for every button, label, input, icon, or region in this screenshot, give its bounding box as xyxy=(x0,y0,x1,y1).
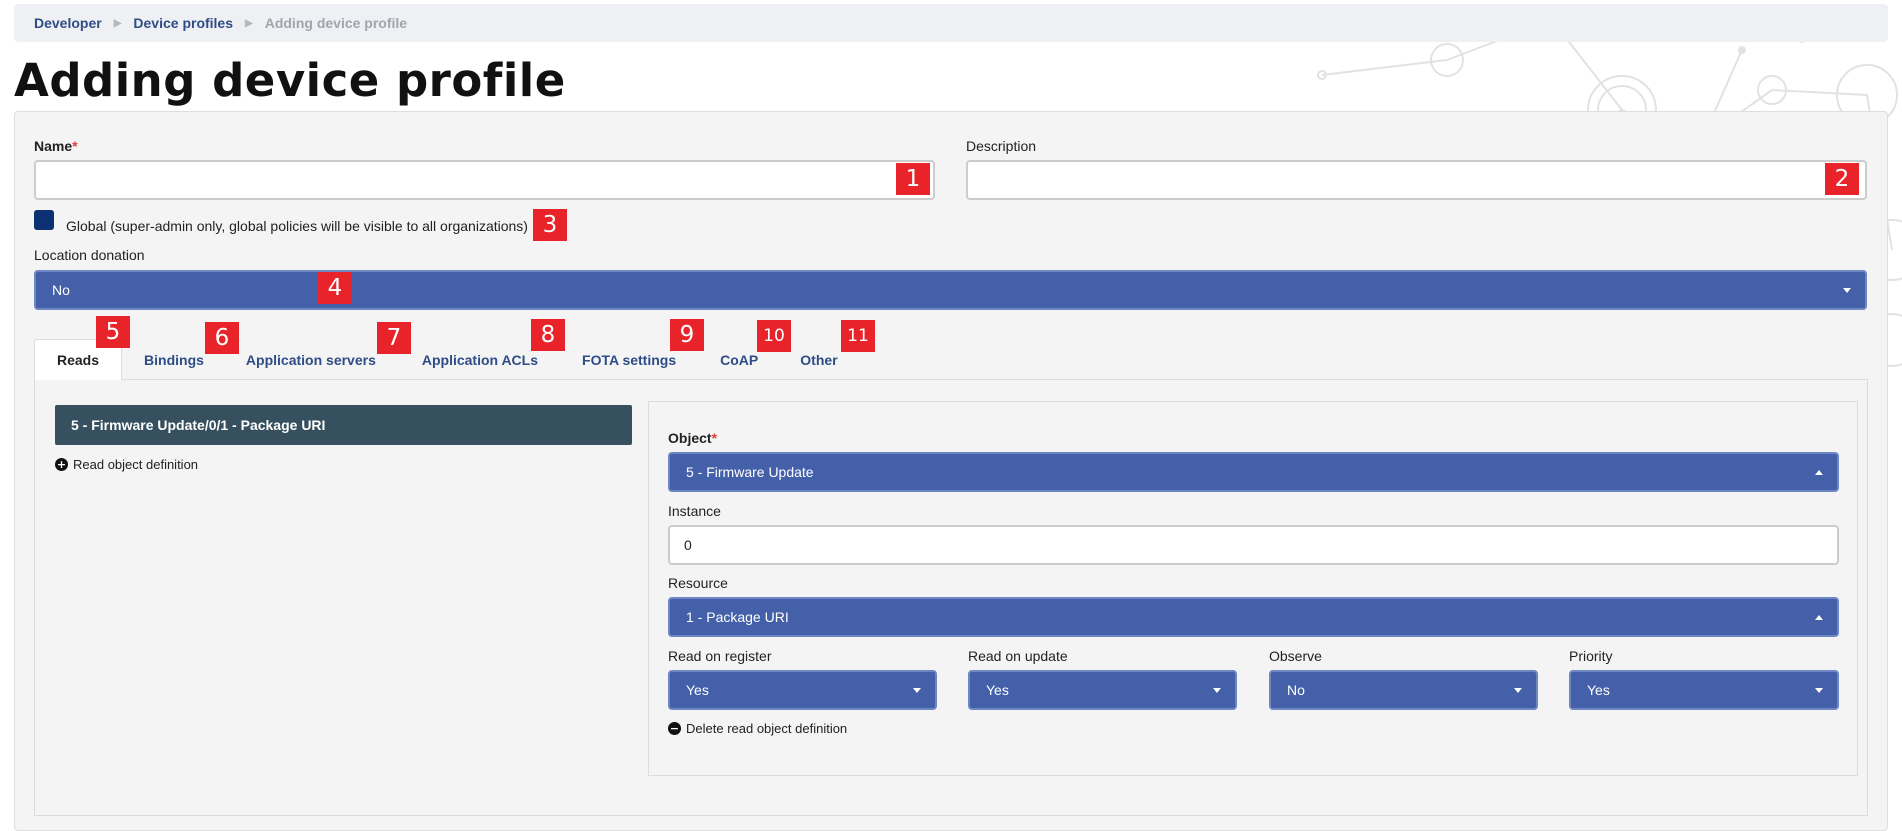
breadcrumb-device-profiles-link[interactable]: Device profiles xyxy=(133,15,233,31)
chevron-down-icon xyxy=(1815,688,1823,693)
observe-value: No xyxy=(1287,682,1305,698)
breadcrumb-separator-icon: ▶ xyxy=(245,17,253,29)
required-mark: * xyxy=(72,138,78,154)
location-donation-select[interactable]: No xyxy=(34,270,1867,310)
read-object-definition-label: Read object definition xyxy=(73,457,199,472)
read-object-list-item[interactable]: 5 - Firmware Update/0/1 - Package URI xyxy=(55,405,632,445)
object-value: 5 - Firmware Update xyxy=(686,464,814,480)
breadcrumb-developer-link[interactable]: Developer xyxy=(34,15,102,31)
breadcrumb-current: Adding device profile xyxy=(264,15,408,31)
chevron-down-icon xyxy=(913,688,921,693)
priority-select[interactable]: Yes xyxy=(1569,670,1839,710)
chevron-down-icon xyxy=(1843,288,1851,293)
read-on-register-label: Read on register xyxy=(668,648,772,664)
read-on-register-select[interactable]: Yes xyxy=(668,670,937,710)
instance-label: Instance xyxy=(668,503,721,519)
annotation-badge-7: 7 xyxy=(377,322,411,354)
read-on-update-select[interactable]: Yes xyxy=(968,670,1237,710)
breadcrumb: Developer ▶ Device profiles ▶ Adding dev… xyxy=(14,4,1888,42)
description-label: Description xyxy=(966,138,1037,154)
annotation-badge-2: 2 xyxy=(1825,163,1859,195)
chevron-up-icon xyxy=(1815,615,1823,620)
resource-select[interactable]: 1 - Package URI xyxy=(668,597,1839,637)
name-input[interactable] xyxy=(34,160,935,200)
global-checkbox[interactable] xyxy=(34,210,54,230)
annotation-badge-11: 11 xyxy=(841,320,875,352)
observe-label: Observe xyxy=(1269,648,1322,664)
page-title: Adding device profile xyxy=(14,54,566,107)
chevron-down-icon xyxy=(1514,688,1522,693)
tab-bar: Reads Bindings Application servers Appli… xyxy=(34,339,860,380)
object-label: Object* xyxy=(668,430,718,446)
annotation-badge-10: 10 xyxy=(757,320,791,352)
annotation-badge-1: 1 xyxy=(896,163,930,195)
read-object-definition-link[interactable]: + Read object definition xyxy=(55,457,198,472)
plus-circle-icon: + xyxy=(55,458,68,471)
annotation-badge-3: 3 xyxy=(533,209,567,241)
annotation-badge-8: 8 xyxy=(531,319,565,351)
minus-circle-icon: − xyxy=(668,722,681,735)
read-on-update-label: Read on update xyxy=(968,648,1068,664)
location-donation-value: No xyxy=(52,282,70,298)
priority-label: Priority xyxy=(1569,648,1613,664)
tab-application-servers[interactable]: Application servers xyxy=(226,339,398,380)
annotation-badge-5: 5 xyxy=(96,316,130,348)
annotation-badge-9: 9 xyxy=(670,319,704,351)
description-input[interactable] xyxy=(966,160,1867,200)
annotation-badge-6: 6 xyxy=(205,322,239,354)
resource-label: Resource xyxy=(668,575,728,591)
read-on-register-value: Yes xyxy=(686,682,709,698)
priority-value: Yes xyxy=(1587,682,1610,698)
delete-read-object-definition-link[interactable]: − Delete read object definition xyxy=(668,721,847,736)
annotation-badge-4: 4 xyxy=(318,272,352,304)
global-checkbox-label: Global (super-admin only, global policie… xyxy=(66,218,528,234)
location-donation-label: Location donation xyxy=(34,247,145,263)
read-on-update-value: Yes xyxy=(986,682,1009,698)
breadcrumb-separator-icon: ▶ xyxy=(113,17,122,29)
name-label: Name* xyxy=(34,138,78,154)
instance-input[interactable] xyxy=(668,525,1839,565)
resource-value: 1 - Package URI xyxy=(686,609,789,625)
chevron-down-icon xyxy=(1213,688,1221,693)
required-mark: * xyxy=(711,430,718,446)
chevron-up-icon xyxy=(1815,470,1823,475)
object-select[interactable]: 5 - Firmware Update xyxy=(668,452,1839,492)
observe-select[interactable]: No xyxy=(1269,670,1538,710)
delete-read-object-definition-label: Delete read object definition xyxy=(686,721,848,736)
